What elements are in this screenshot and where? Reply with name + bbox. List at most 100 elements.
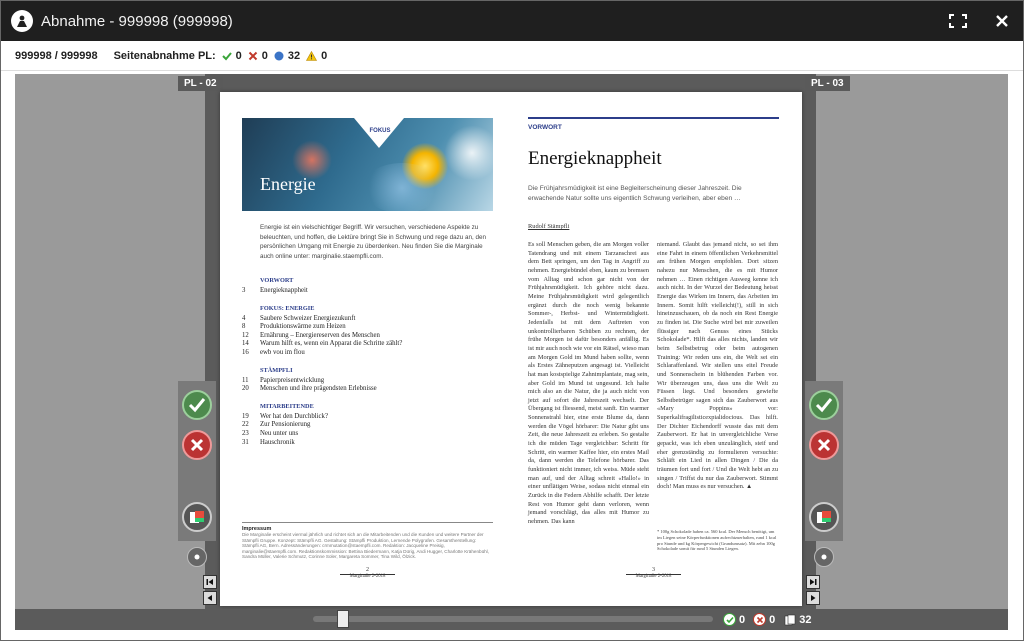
page-slider-track[interactable]	[313, 616, 713, 622]
toc-entry: 4 Saubere Schweizer Energiezukunft	[242, 315, 492, 324]
toc-entry-page: 3	[242, 287, 246, 294]
hero-image: FOKUS Energie	[242, 118, 493, 211]
first-page-icon	[206, 579, 213, 585]
toc-entry: 16 ewb vou im flou	[242, 349, 492, 358]
rejected-count: 0	[261, 49, 268, 62]
fullscreen-icon[interactable]	[947, 10, 969, 32]
table-of-contents: VORWORT 3 Energieknappheit FOKUS: ENERGIE 4 S…	[242, 268, 492, 447]
pending-count: 32	[287, 49, 301, 62]
article-author: Rudolf Stämpfli	[528, 223, 570, 230]
toc-entry-page: 31	[242, 438, 249, 446]
toc-entry-page: 20	[242, 385, 249, 393]
status-bar: 999998 / 999998 Seitenabnahme PL: 0 0 32…	[1, 41, 1023, 71]
page-spread: FOKUS Energie Energie ist ein vielschich…	[220, 92, 802, 606]
toc-entry: 3 Energieknappheit	[242, 287, 492, 296]
toc-entry-page: 11	[242, 376, 249, 384]
bottom-counts: 0 0 32	[715, 609, 812, 630]
article-column-2: niemand. Glaubt das jemand nicht, so sei…	[657, 241, 778, 491]
impressum-text: Die Marginalie erscheint viermal jährlic…	[242, 532, 489, 560]
annotate-left-button[interactable]	[182, 502, 212, 532]
left-folio-text: Marginalie 2•2018	[349, 574, 386, 579]
toc-entry-page: 4	[242, 314, 246, 322]
next-page-button[interactable]	[806, 591, 820, 605]
reject-left-button[interactable]	[182, 430, 212, 460]
toc-entry-title: Energieknappheit	[260, 287, 308, 294]
toc-entry: 14 Warum hilft es, wenn ein Apparat die S…	[242, 340, 492, 349]
article-footnote: * 100g Schokolade haben ca. 560 kcal. De…	[657, 529, 777, 552]
toc-entry-title: Hauschronik	[260, 438, 295, 446]
toc-entry-title: Menschen und ihre prägendsten Erlebnisse	[260, 385, 377, 393]
reject-right-button[interactable]	[809, 430, 839, 460]
toc-section-heading: FOKUS: ENERGIE	[260, 304, 315, 312]
toc-entry-page: 14	[242, 340, 249, 348]
toc-entry: 23 Neu unter uns	[242, 430, 492, 439]
first-page-button[interactable]	[203, 575, 217, 589]
last-page-button[interactable]	[806, 575, 820, 589]
left-page-label: PL - 02	[178, 76, 223, 91]
bottom-pages-count: 32	[799, 613, 812, 626]
approval-label: Seitenabnahme PL:	[113, 49, 216, 62]
approve-left-button[interactable]	[182, 390, 212, 420]
intro-text: Energie ist ein vielschichtiger Begriff.…	[260, 224, 487, 260]
toc-entry-title: Zur Pensionierung	[260, 421, 311, 429]
warning-icon	[306, 50, 318, 61]
right-page-label: PL - 03	[805, 76, 850, 91]
toc-entry-title: Ernährung – Energiereserven des Menschen	[260, 331, 380, 339]
section-kicker: VORWORT	[528, 124, 562, 131]
toc-entry-title: Papierpreisentwicklung	[260, 376, 325, 384]
toc-entry-page: 16	[242, 348, 249, 356]
zoom-left-icon[interactable]	[187, 547, 207, 567]
check-icon	[221, 51, 232, 60]
toc-section-heading: MITARBEITENDE	[260, 402, 314, 410]
toc-entry-title: ewb vou im flou	[260, 348, 305, 356]
notes-icon	[817, 511, 831, 523]
toc-section-heading: STÄMPFLI	[260, 366, 293, 374]
toc-entry: 19 Wer hat den Durchblick?	[242, 413, 492, 422]
job-id: 999998 / 999998	[15, 49, 98, 62]
check-icon	[188, 398, 206, 413]
right-margin	[816, 74, 1008, 630]
prev-page-icon	[207, 595, 212, 601]
title-bar: Abnahme - 999998 (999998)	[1, 1, 1023, 41]
right-folio: 3 Marginalie 2•2018	[626, 567, 681, 586]
article-headline: Energieknappheit	[528, 148, 662, 169]
toc-entry-title: Warum hilft es, wenn ein Apparat die Sch…	[260, 340, 403, 348]
approve-right-button[interactable]	[809, 390, 839, 420]
bottom-approved-count: 0	[739, 613, 746, 626]
annotate-right-button[interactable]	[809, 502, 839, 532]
article-column-1: Es soll Menschen geben, die am Morgen vo…	[528, 241, 650, 525]
toc-entry: 11 Papierpreisentwicklung	[242, 377, 492, 386]
approved-circle-icon	[723, 613, 736, 626]
left-folio-number: 2	[366, 567, 369, 573]
right-folio-number: 3	[652, 567, 655, 573]
toc-entry: 31 Hauschronik	[242, 439, 492, 448]
toc-entry: 22 Zur Pensionierung	[242, 421, 492, 430]
toc-entry-page: 12	[242, 331, 249, 339]
toc-entry-page: 8	[242, 323, 246, 331]
check-icon	[815, 398, 833, 413]
close-icon[interactable]	[991, 10, 1013, 32]
hero-title: Energie	[260, 174, 316, 194]
toc-entry: 20 Menschen und ihre prägendsten Erlebnis…	[242, 385, 492, 394]
app-logo-icon	[11, 10, 33, 32]
left-margin	[15, 74, 205, 630]
bottom-rejected-count: 0	[769, 613, 776, 626]
bottom-toolbar: 0 0 32	[15, 609, 1008, 630]
pages-icon	[783, 613, 796, 626]
left-folio: 2 Marginalie 2•2018	[340, 567, 395, 586]
impressum: Impressum Die Marginalie erscheint vierm…	[242, 522, 493, 560]
article-lead: Die Frühjahrsmüdigkeit ist eine Begleite…	[528, 185, 742, 202]
zoom-right-icon[interactable]	[814, 547, 834, 567]
toc-entry: 8 Produktionswärme zum Heizen	[242, 323, 492, 332]
cross-icon	[190, 438, 204, 452]
page-slider-thumb[interactable]	[337, 610, 349, 628]
cross-icon	[248, 51, 258, 60]
toc-entry-title: Wer hat den Durchblick?	[260, 412, 328, 420]
right-folio-text: Marginalie 2•2018	[635, 574, 672, 579]
pending-dot-icon	[274, 51, 284, 60]
prev-page-button[interactable]	[203, 591, 217, 605]
last-page-icon	[810, 579, 817, 585]
toc-entry-title: Saubere Schweizer Energiezukunft	[260, 314, 356, 322]
notes-icon	[190, 511, 204, 523]
cross-icon	[817, 438, 831, 452]
